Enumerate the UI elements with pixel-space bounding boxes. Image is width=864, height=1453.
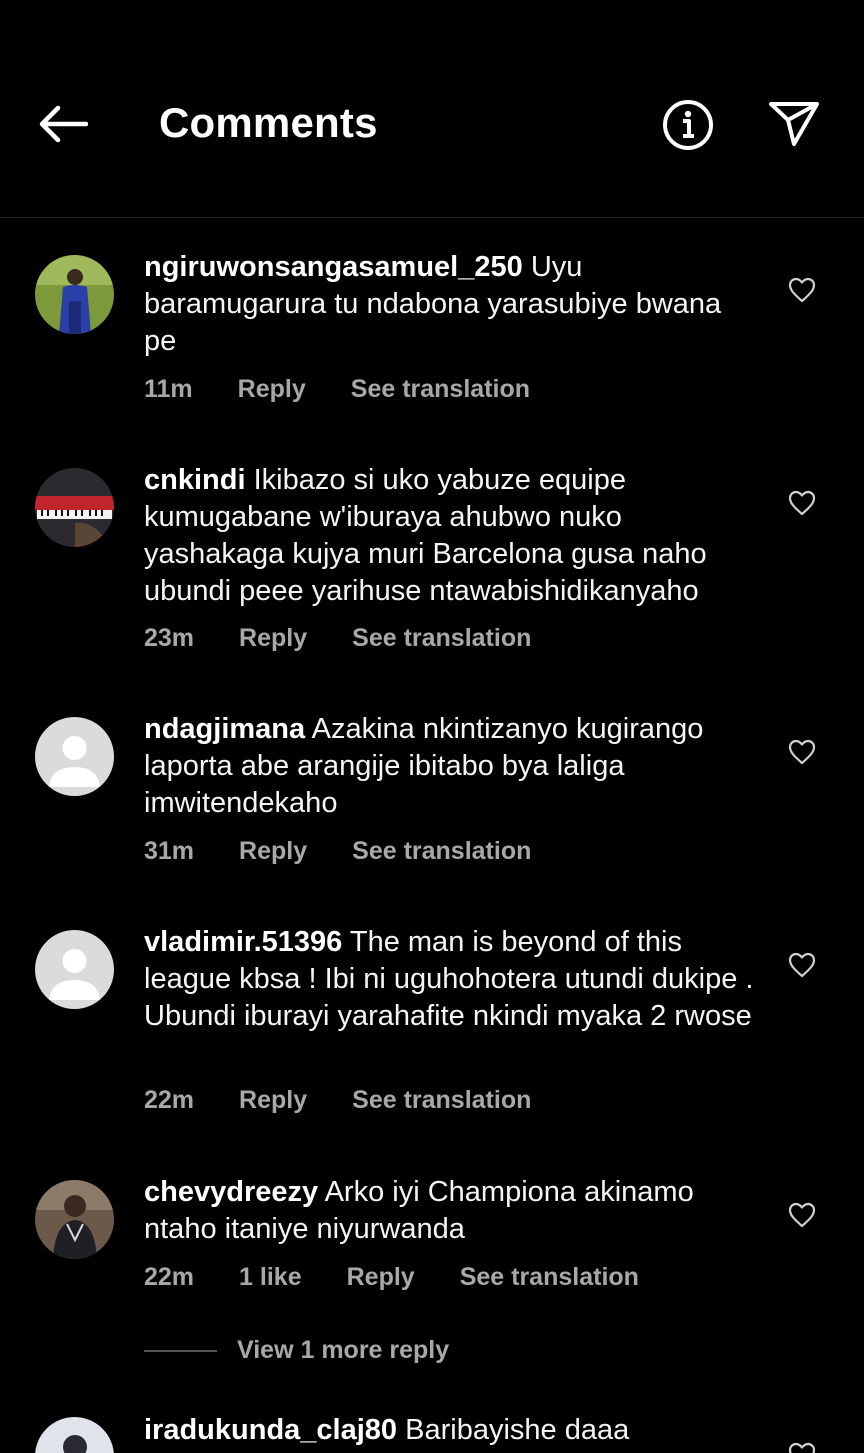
see-translation-button[interactable]: See translation [352, 1086, 531, 1115]
arrow-left-icon [39, 105, 88, 143]
see-translation-button[interactable]: See translation [352, 624, 531, 653]
comment-text: chevydreezy Arko iyi Championa akinamo n… [144, 1174, 754, 1248]
heart-icon [788, 1442, 816, 1453]
avatar[interactable] [35, 717, 114, 796]
comment-time: 11m [144, 374, 193, 403]
see-translation-button[interactable]: See translation [351, 375, 530, 404]
avatar[interactable] [35, 468, 114, 547]
see-translation-button[interactable]: See translation [352, 837, 531, 866]
heart-icon [788, 739, 816, 765]
comment-meta: 11m Reply See translation [144, 372, 575, 406]
comment-username[interactable]: vladimir.51396 [144, 926, 342, 958]
divider [144, 1349, 217, 1352]
like-button[interactable] [784, 1197, 820, 1233]
comment-meta: 31m Reply See translation [144, 834, 576, 868]
comment-text: ndagjimana Azakina nkintizanyo kugirango… [144, 711, 754, 822]
comment-text: iradukunda_claj80 Baribayishe daaa [144, 1412, 754, 1449]
heart-icon [788, 490, 816, 516]
heart-icon [788, 952, 816, 978]
comment-username[interactable]: iradukunda_claj80 [144, 1414, 397, 1446]
info-button[interactable] [660, 97, 716, 153]
page-title: Comments [159, 99, 378, 146]
avatar[interactable] [35, 1180, 114, 1259]
like-button[interactable] [784, 1437, 820, 1453]
view-more-replies-label: View 1 more reply [237, 1336, 450, 1364]
comments-header: Comments [0, 0, 864, 218]
comment-meta: 23m Reply See translation [144, 621, 576, 655]
comment-meta: 22m Reply See translation [144, 1083, 576, 1117]
avatar[interactable] [35, 255, 114, 334]
heart-icon [788, 1202, 816, 1228]
default-avatar-icon [49, 949, 100, 1000]
heart-icon [788, 277, 816, 303]
paper-plane-icon [769, 102, 819, 146]
like-button[interactable] [784, 947, 820, 983]
comment-username[interactable]: cnkindi [144, 464, 246, 496]
reply-button[interactable]: Reply [239, 1086, 307, 1115]
comment-text: vladimir.51396 The man is beyond of this… [144, 924, 754, 1035]
reply-button[interactable]: Reply [239, 837, 307, 866]
info-icon [663, 100, 713, 150]
like-button[interactable] [784, 734, 820, 770]
share-button[interactable] [764, 96, 824, 152]
comment-time: 22m [144, 1262, 195, 1291]
reply-button[interactable]: Reply [239, 624, 307, 653]
comment-time: 23m [144, 623, 195, 652]
see-translation-button[interactable]: See translation [460, 1263, 639, 1292]
comment-time: 22m [144, 1085, 195, 1114]
comment-username[interactable]: ndagjimana [144, 713, 305, 745]
likes-count[interactable]: 1 like [239, 1263, 302, 1292]
reply-button[interactable]: Reply [238, 375, 306, 404]
comment-username[interactable]: chevydreezy [144, 1176, 318, 1208]
comment-meta: 22m 1 like Reply See translation [144, 1260, 684, 1294]
reply-button[interactable]: Reply [347, 1263, 415, 1292]
like-button[interactable] [784, 272, 820, 308]
comment-text: cnkindi Ikibazo si uko yabuze equipe kum… [144, 462, 754, 610]
like-button[interactable] [784, 485, 820, 521]
comment-text: ngiruwonsangasamuel_250 Uyu baramugarura… [144, 249, 754, 360]
back-button[interactable] [34, 100, 90, 148]
comments-list[interactable]: ngiruwonsangasamuel_250 Uyu baramugarura… [0, 219, 864, 1453]
view-more-replies-button[interactable]: View 1 more reply [144, 1336, 449, 1365]
comment-time: 31m [144, 836, 195, 865]
comment-username[interactable]: ngiruwonsangasamuel_250 [144, 251, 523, 283]
default-avatar-icon [49, 736, 100, 787]
avatar[interactable] [35, 930, 114, 1009]
comment-content: Baribayishe daaa [405, 1414, 630, 1446]
avatar[interactable] [35, 1417, 114, 1453]
